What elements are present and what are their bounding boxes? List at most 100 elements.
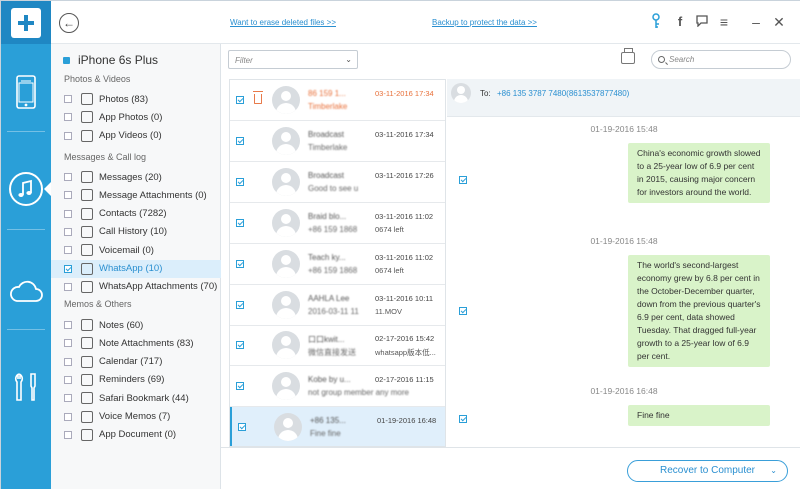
sidebar-item[interactable]: Contacts (7282) (51, 205, 221, 223)
sidebar-item[interactable]: Note Attachments (83) (51, 334, 221, 352)
sidebar-item[interactable]: Message Attachments (0) (51, 186, 221, 204)
message-preview: Good to see u (308, 183, 359, 193)
sidebar-item[interactable]: App Videos (0) (51, 127, 221, 145)
sidebar-item[interactable]: App Photos (0) (51, 108, 221, 126)
message-preview: Timberlake (308, 142, 348, 152)
photo-icon (81, 93, 93, 105)
printer-icon[interactable] (621, 48, 635, 64)
chevron-down-icon[interactable]: ⌄ (770, 461, 777, 481)
conversation-row[interactable]: Broadcast Timberlake 03-11-2016 17:34 (230, 121, 445, 162)
category-header: Memos & Others (64, 299, 132, 309)
reminders-icon (81, 373, 93, 386)
checkbox[interactable] (64, 246, 72, 255)
device-label: iPhone 6s Plus (78, 53, 159, 67)
message-checkbox[interactable] (459, 176, 467, 184)
message-preview-extra: 0674 left (375, 265, 404, 275)
contact-name: Braid blo... (308, 211, 347, 221)
checkbox[interactable] (64, 375, 72, 384)
filter-dropdown[interactable]: Filter ⌄ (228, 50, 358, 69)
avatar (272, 290, 300, 319)
contact-name: 86 159 1... (308, 89, 346, 98)
checkbox[interactable] (64, 430, 72, 439)
close-icon[interactable]: ✕ (771, 13, 787, 31)
sidebar-item-label: Messages (20) (99, 171, 162, 183)
checkbox[interactable] (236, 382, 244, 391)
message-checkbox[interactable] (459, 307, 467, 315)
category-sidebar: iPhone 6s Plus Photos & Videos Photos (83… (51, 44, 221, 489)
conversation-row[interactable]: 口口kwit... 微信直接发送 02-17-2016 15:42 whatsapp版… (230, 325, 445, 367)
conversation-row[interactable]: Teach ky... +86 159 1868 03-11-2016 11:02 0… (230, 244, 445, 285)
checkbox[interactable] (64, 113, 72, 122)
menu-icon[interactable]: ≡ (716, 13, 732, 31)
checkbox[interactable] (64, 357, 72, 366)
bookmark-icon (81, 392, 93, 405)
sidebar-item[interactable]: WhatsApp Attachments (70) (51, 278, 221, 296)
checkbox[interactable] (64, 209, 72, 218)
checkbox[interactable] (64, 394, 72, 403)
checkbox[interactable] (64, 227, 72, 236)
search-input[interactable]: Search (651, 50, 791, 69)
feedback-icon[interactable] (694, 13, 710, 31)
checkbox[interactable] (236, 218, 244, 227)
recover-label: Recover to Computer (659, 465, 756, 476)
checkbox[interactable] (64, 95, 72, 103)
checkbox[interactable] (64, 173, 72, 181)
search-placeholder: Search (669, 55, 695, 64)
conversation-row[interactable]: Kobe by u... not group member any more 02-… (230, 366, 445, 408)
conversation-row[interactable]: AAHLA Lee 2016-03-11 11 03-11-2016 10:11 11… (230, 285, 445, 326)
checkbox[interactable] (236, 341, 244, 350)
phone-icon (81, 225, 93, 238)
cloud-icon[interactable] (1, 263, 51, 318)
checkbox[interactable] (64, 131, 72, 140)
sidebar-item[interactable]: Photos (83) (51, 90, 221, 108)
sidebar-item[interactable]: Safari Bookmark (44) (51, 389, 221, 407)
checkbox[interactable] (64, 339, 72, 348)
conversation-row[interactable]: Broadcast Good to see u 03-11-2016 17:26 (230, 162, 445, 203)
checkbox[interactable] (64, 282, 72, 291)
checkbox[interactable] (236, 96, 244, 104)
sidebar-item[interactable]: WhatsApp (10) (51, 259, 221, 278)
sidebar-item[interactable]: Calendar (717) (51, 353, 221, 371)
key-icon[interactable] (648, 13, 664, 33)
device-icon[interactable] (1, 64, 51, 119)
conversation-row[interactable]: 86 159 1... Timberlake 03-11-2016 17:34 (230, 80, 445, 121)
checkbox[interactable] (236, 177, 244, 186)
checkbox[interactable] (64, 191, 72, 200)
checkbox[interactable] (236, 300, 244, 309)
conversation-row[interactable]: Braid blo... +86 159 1868 03-11-2016 11:02… (230, 203, 445, 244)
recover-to-computer-button[interactable]: Recover to Computer ⌄ (627, 460, 788, 482)
notes-icon (81, 319, 93, 331)
erase-link[interactable]: Want to erase deleted files >> (230, 18, 336, 27)
document-icon (81, 428, 93, 441)
checkbox[interactable] (238, 423, 246, 432)
checkbox[interactable] (64, 321, 72, 329)
back-button[interactable]: ← (59, 13, 79, 33)
message-date: 03-11-2016 11:02 (375, 211, 434, 221)
minimize-icon[interactable]: – (748, 13, 764, 31)
message-checkbox[interactable] (459, 415, 467, 423)
top-bar: ← Want to erase deleted files >> Backup … (51, 1, 800, 44)
sidebar-item-label: WhatsApp Attachments (70) (99, 281, 218, 293)
checkbox[interactable] (236, 259, 244, 268)
sidebar-item[interactable]: Voice Memos (7) (51, 408, 221, 426)
sidebar-item[interactable]: Messages (20) (51, 168, 221, 186)
sidebar-item[interactable]: App Document (0) (51, 426, 221, 444)
backup-link[interactable]: Backup to protect the data >> (432, 18, 537, 27)
message-bubble: China's economic growth slowed to a 25-y… (628, 143, 770, 203)
facebook-icon[interactable]: f (672, 13, 688, 31)
checkbox[interactable] (64, 412, 72, 421)
contact-name: Broadcast (308, 129, 345, 139)
sidebar-item[interactable]: Voicemail (0) (51, 241, 221, 259)
sidebar-item[interactable]: Call History (10) (51, 223, 221, 241)
contact-name: 口口kwit... (308, 335, 345, 345)
checkbox[interactable] (236, 136, 244, 145)
conversation-row[interactable]: +86 135... Fine fine 01-19-2016 16:48 (230, 407, 445, 446)
tools-icon[interactable] (1, 359, 51, 414)
sidebar-item[interactable]: Reminders (69) (51, 371, 221, 389)
music-icon[interactable] (1, 161, 51, 216)
checkbox[interactable] (64, 264, 72, 273)
message-timestamp: 01-19-2016 15:48 (590, 236, 658, 246)
sidebar-item[interactable]: Notes (60) (51, 316, 221, 334)
app-window: ← Want to erase deleted files >> Backup … (0, 0, 800, 489)
message-bubble: Fine fine (628, 405, 770, 426)
